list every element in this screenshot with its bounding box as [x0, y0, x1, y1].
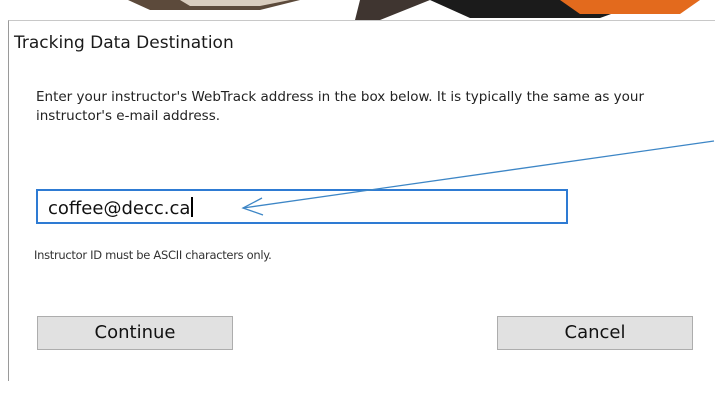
cancel-button[interactable]: Cancel: [497, 316, 693, 350]
webtrack-address-input[interactable]: coffee@decc.ca: [36, 189, 568, 224]
webtrack-address-value: coffee@decc.ca: [48, 197, 193, 219]
instructions-text: Enter your instructor's WebTrack address…: [36, 89, 645, 124]
dialog-title: Tracking Data Destination: [14, 33, 234, 53]
text-caret: [191, 197, 193, 217]
continue-button[interactable]: Continue: [37, 316, 233, 350]
ascii-hint-text: Instructor ID must be ASCII characters o…: [34, 248, 272, 262]
input-text: coffee@decc.ca: [48, 198, 191, 219]
